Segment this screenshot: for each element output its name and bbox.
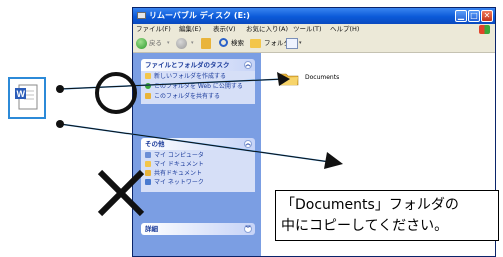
connector-dot-bottom: [56, 120, 64, 128]
arrowhead-top-icon: [277, 72, 290, 86]
instruction-callout: 「Documents」フォルダの 中にコピーしてください。: [275, 190, 499, 241]
connector-dot-top: [56, 85, 64, 93]
guide-line-bottom: [59, 123, 331, 163]
arrowhead-bottom-icon: [324, 152, 343, 169]
ok-circle-icon: [95, 72, 137, 114]
guide-line-top: [59, 78, 285, 90]
